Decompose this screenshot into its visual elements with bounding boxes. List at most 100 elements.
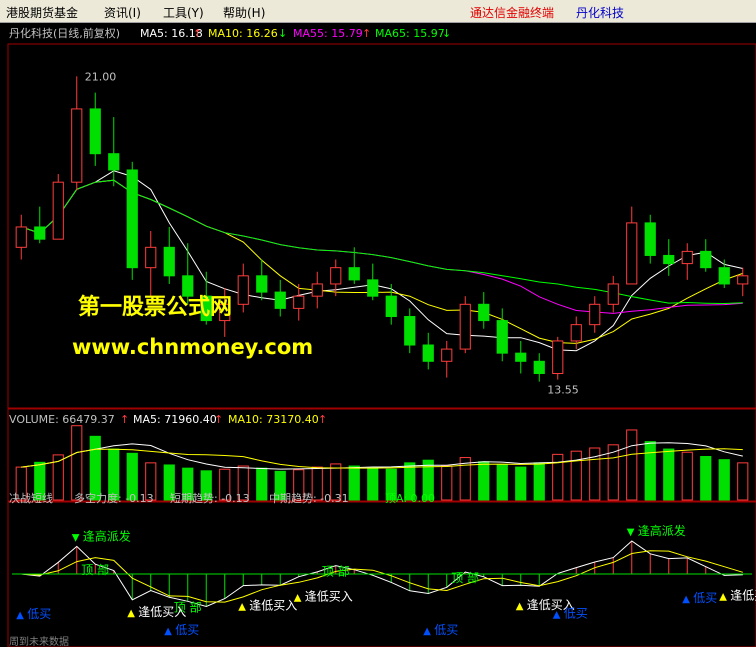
ma55-label: MA55: 15.79 xyxy=(293,27,363,40)
volume-bar xyxy=(478,461,490,501)
menu-item-tools[interactable]: 工具(Y) xyxy=(163,4,204,21)
volume-bar xyxy=(71,425,83,501)
buy-signal-icon: ▲ xyxy=(164,626,172,637)
signal-label-buy: 逢低买入 xyxy=(305,590,353,604)
duokong-label: 多空力度: -0.13 xyxy=(74,491,154,505)
volume-ma10-label: MA10: 73170.40 xyxy=(228,413,319,426)
indicator-lines xyxy=(12,540,752,608)
signal-label-bottom: 低买 xyxy=(693,591,717,605)
indicator-name: 决战短线 xyxy=(9,491,53,505)
signal-label-buy: 逢低买入 xyxy=(138,605,186,619)
stock-name: 丹化科技 xyxy=(576,6,625,20)
candle-body xyxy=(681,250,693,265)
volume-ma5-arrow-up-icon: ↑ xyxy=(214,413,223,426)
low-price-label: 13.55 xyxy=(547,384,579,397)
indicator-footer: 周到未来数据 xyxy=(9,635,69,647)
candle-body xyxy=(89,108,101,155)
candle-body xyxy=(626,222,638,285)
volume-bar xyxy=(552,453,564,501)
buy-signal-icon: ▲ xyxy=(423,626,431,637)
buy-signal-icon: ▲ xyxy=(553,609,561,620)
menu-item-hk-futures-funds[interactable]: 港股期货基金 xyxy=(6,4,78,21)
ma65-label: MA65: 15.97 xyxy=(375,27,445,40)
candle-body xyxy=(422,344,434,362)
candle-body xyxy=(330,267,342,285)
candle-body xyxy=(311,283,323,297)
candle-body xyxy=(478,303,490,322)
volume-bar xyxy=(570,450,582,501)
watermark-url: www.chnmoney.com xyxy=(72,335,313,359)
candle-body xyxy=(737,275,749,285)
candle-body xyxy=(589,303,601,326)
candle-body xyxy=(570,324,582,342)
menu-item-info[interactable]: 资讯(I) xyxy=(104,4,141,21)
volume-bar xyxy=(348,465,360,501)
buy-signal-icon: ▲ xyxy=(238,602,246,613)
candle-body xyxy=(644,222,656,256)
brand-name: 通达信金融终端 xyxy=(470,6,555,20)
candle-body xyxy=(607,283,619,305)
candle-body xyxy=(108,153,120,171)
ma55-arrow-up-icon: ↑ xyxy=(362,27,371,40)
candle-body xyxy=(385,295,397,318)
buy-signal-icon: ▲ xyxy=(16,610,24,621)
buy-signal-icon: ▲ xyxy=(294,593,302,604)
volume-bar xyxy=(367,467,379,501)
volume-bar xyxy=(681,451,693,501)
volume-bars xyxy=(15,425,749,501)
volume-bar xyxy=(737,462,749,501)
candle-body xyxy=(367,279,379,297)
volume-arrow-up-icon: ↑ xyxy=(120,413,129,426)
signal-label-sell: 逢高派发 xyxy=(638,523,686,538)
ma10-arrow-down-icon: ↓ xyxy=(278,27,287,40)
ma65-arrow-down-icon: ↓ xyxy=(442,27,451,40)
volume-ma10-arrow-up-icon: ↑ xyxy=(318,413,327,426)
signal-label-bottom: 低买 xyxy=(564,606,588,620)
indicator-slow-line xyxy=(21,550,743,603)
candle-body xyxy=(182,275,194,297)
candle-body xyxy=(163,246,175,277)
volume-bar xyxy=(515,466,527,501)
volume-bar xyxy=(700,455,712,501)
candle-body xyxy=(552,340,564,375)
signal-label-bottom: 低买 xyxy=(434,623,458,637)
short-trend-label: 短期趋势: -0.13 xyxy=(170,491,250,505)
candle-body xyxy=(126,169,138,269)
sell-signal-icon: ▼ xyxy=(72,532,80,543)
price-panel-title: 丹化科技(日线,前复权) xyxy=(9,26,120,40)
candle-body xyxy=(52,181,64,240)
volume-bar xyxy=(533,462,545,501)
candle-body xyxy=(15,226,27,248)
candle-body xyxy=(145,246,157,269)
high-price-label: 21.00 xyxy=(85,70,117,83)
buy-signal-icon: ▲ xyxy=(682,594,690,605)
signal-label-top: 顶 部 xyxy=(451,570,479,585)
watermark-title: 第一股票公式网 xyxy=(78,294,232,320)
volume-bar xyxy=(718,459,730,501)
candle-body xyxy=(718,267,730,285)
candle-body xyxy=(71,108,83,183)
signal-label-buy: 逢低买入 xyxy=(730,588,756,602)
candle-body xyxy=(441,348,453,362)
signal-label-top: 顶 部 xyxy=(81,562,109,577)
buy-signal-icon: ▲ xyxy=(719,591,727,602)
buy-signal-icon: ▲ xyxy=(127,608,135,619)
volume-bar xyxy=(626,429,638,501)
signal-label-top: 顶 部 xyxy=(322,564,350,579)
volume-bar xyxy=(496,464,508,501)
candle-body xyxy=(256,275,268,293)
signal-label-buy: 逢低买入 xyxy=(249,599,297,613)
volume-bar xyxy=(256,467,268,501)
volume-bar xyxy=(441,465,453,501)
chart-area: 丹化科技(日线,前复权) MA5: 16.18 ↑ MA10: 16.26 ↓ … xyxy=(7,26,756,647)
signal-label-bottom: 低买 xyxy=(27,607,51,621)
signal-label-bottom: 低买 xyxy=(175,623,199,637)
volume-bar xyxy=(663,448,675,501)
candle-body xyxy=(496,320,508,354)
candle-body xyxy=(404,316,416,346)
candle-body xyxy=(533,360,545,375)
candle-body xyxy=(700,250,712,269)
buy-signal-icon: ▲ xyxy=(516,601,524,612)
volume-bar xyxy=(89,435,101,501)
menu-item-help[interactable]: 帮助(H) xyxy=(223,4,265,21)
